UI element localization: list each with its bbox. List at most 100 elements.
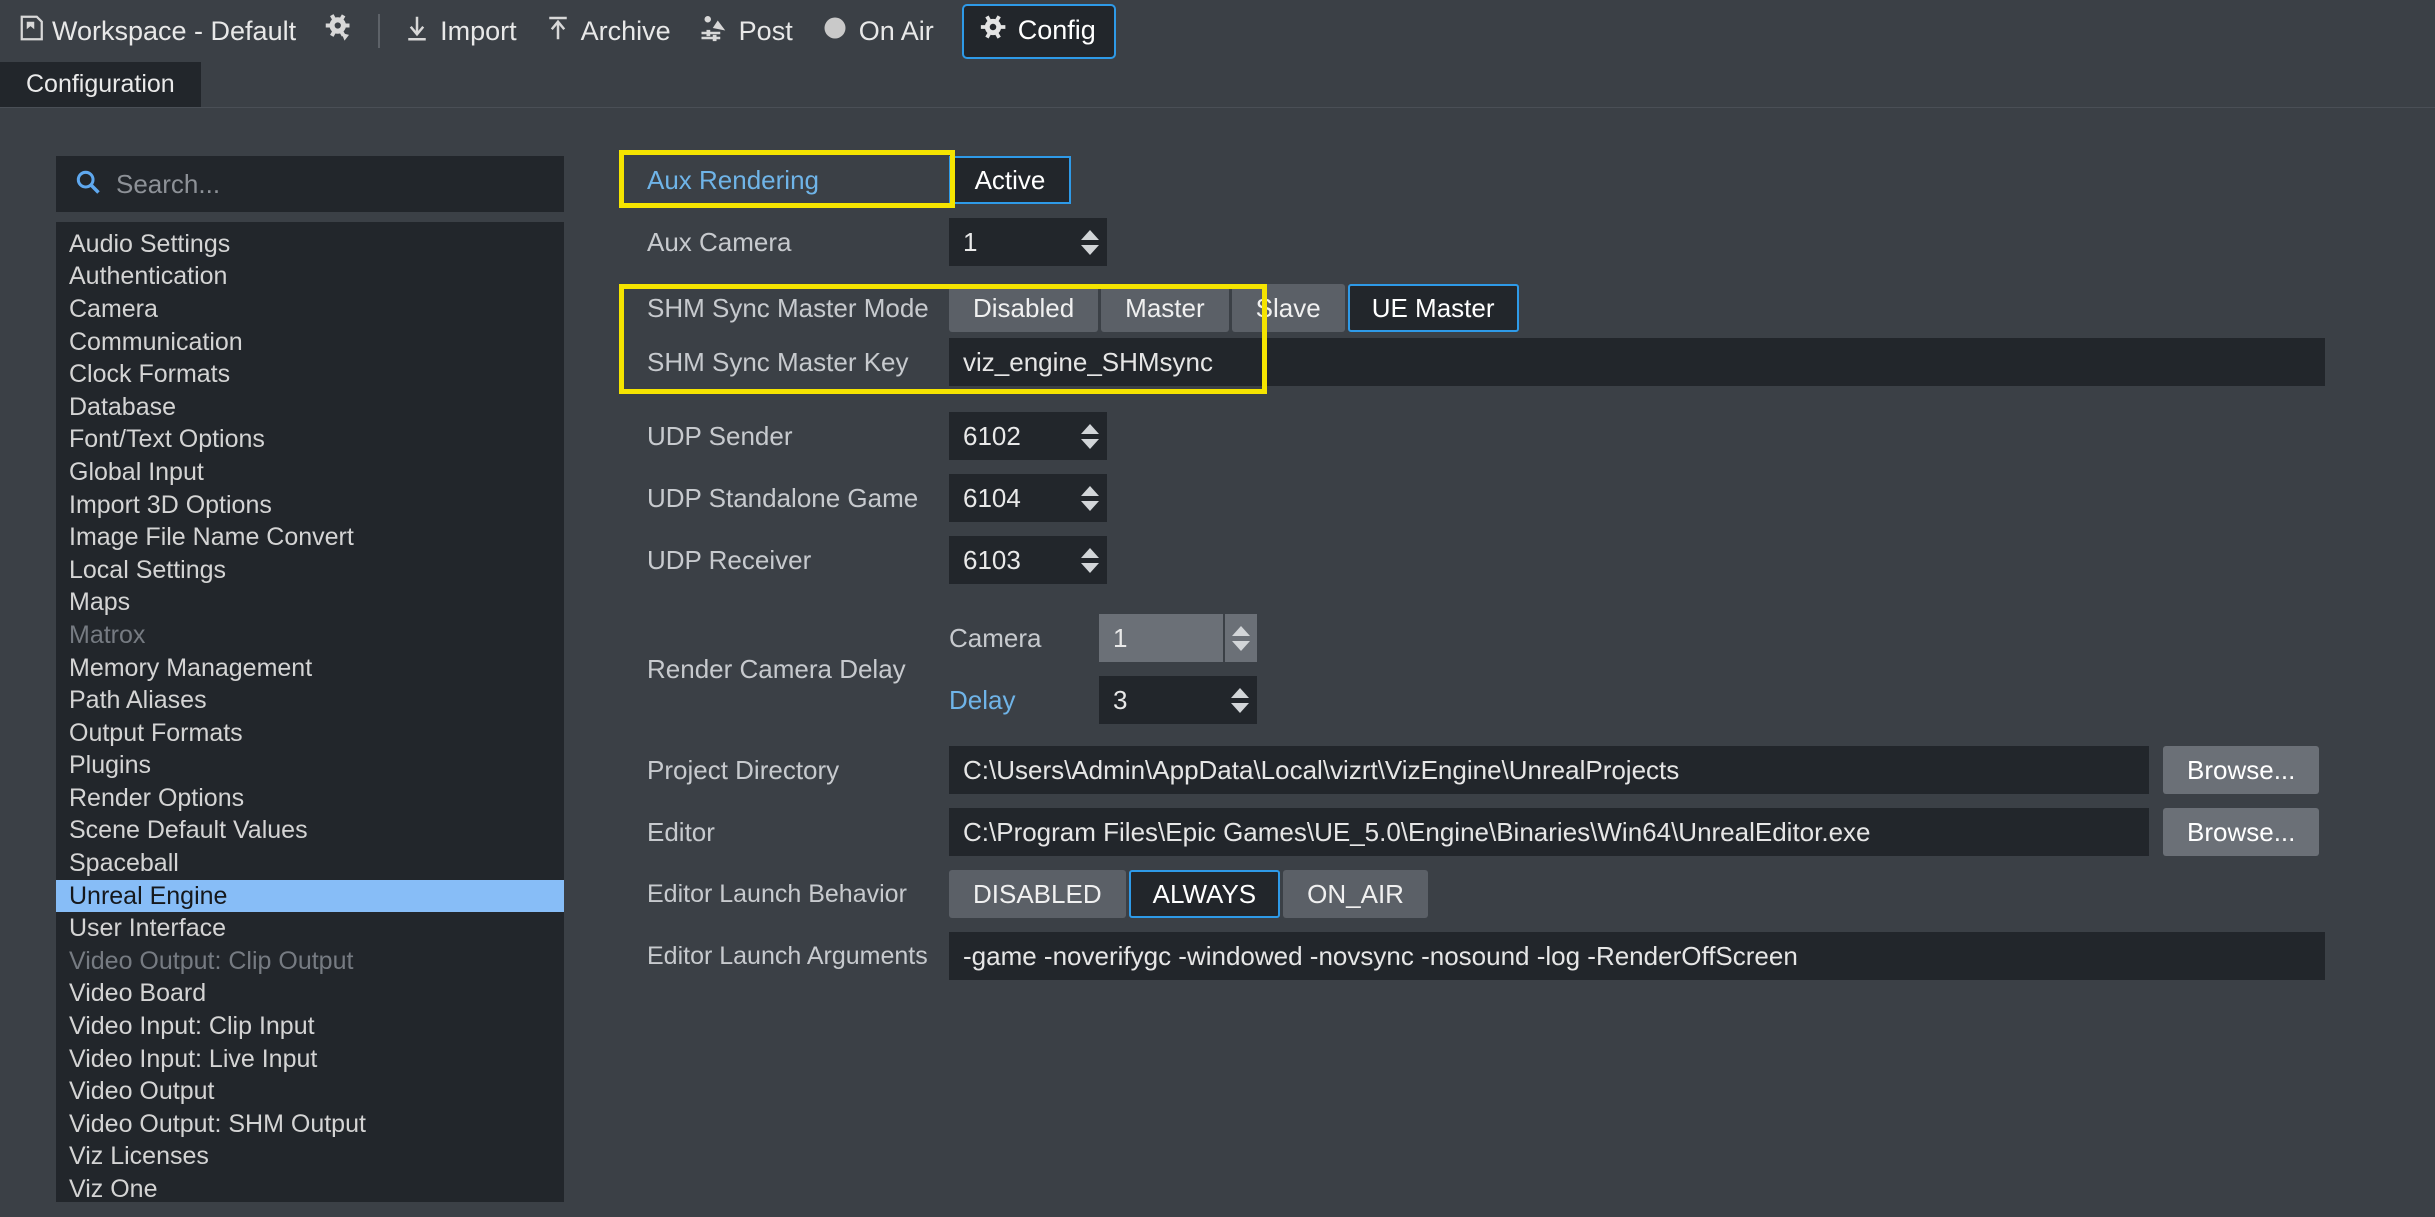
udp-sender-value: 6102 xyxy=(963,420,1021,451)
sidebar-item-video-output-clip-output[interactable]: Video Output: Clip Output xyxy=(56,945,564,978)
stepper-arrows[interactable] xyxy=(1073,474,1107,522)
sidebar-item-video-input-live-input[interactable]: Video Input: Live Input xyxy=(56,1043,564,1076)
sidebar-item-audio-settings[interactable]: Audio Settings xyxy=(56,228,564,261)
editor-launch-arguments-input[interactable]: -game -noverifygc -windowed -novsync -no… xyxy=(949,932,2325,980)
chevron-up-icon[interactable] xyxy=(1081,423,1099,434)
stepper-arrows[interactable] xyxy=(1073,218,1107,266)
sidebar-item-clock-formats[interactable]: Clock Formats xyxy=(56,358,564,391)
archive-button[interactable]: Archive xyxy=(531,7,685,56)
sidebar-item-viz-licenses[interactable]: Viz Licenses xyxy=(56,1141,564,1174)
chevron-down-icon[interactable] xyxy=(1081,562,1099,573)
stepper-arrows[interactable] xyxy=(1223,676,1257,724)
sidebar-item-output-formats[interactable]: Output Formats xyxy=(56,717,564,750)
sidebar-item-memory-management[interactable]: Memory Management xyxy=(56,652,564,685)
row-udp-receiver: UDP Receiver 6103 xyxy=(619,536,2435,584)
stepper-arrows[interactable] xyxy=(1073,412,1107,460)
import-button[interactable]: Import xyxy=(390,7,531,56)
sidebar-item-label: User Interface xyxy=(69,914,227,943)
shm-mode-option-slave[interactable]: Slave xyxy=(1231,284,1345,332)
sidebar-item-label: Local Settings xyxy=(69,555,227,584)
editor-label: Editor xyxy=(647,816,715,847)
shm-sync-master-mode-segmented-control[interactable]: Disabled Master Slave UE Master xyxy=(949,284,1519,332)
row-shm-sync-master-mode: SHM Sync Master Mode Disabled Master Slave… xyxy=(619,284,2435,332)
chevron-up-icon[interactable] xyxy=(1081,229,1099,240)
post-button[interactable]: Post xyxy=(685,7,807,56)
sidebar-item-communication[interactable]: Communication xyxy=(56,326,564,359)
sidebar-item-matrox[interactable]: Matrox xyxy=(56,619,564,652)
sidebar-item-maps[interactable]: Maps xyxy=(56,587,564,620)
sidebar-item-local-settings[interactable]: Local Settings xyxy=(56,554,564,587)
sidebar-item-plugins[interactable]: Plugins xyxy=(56,750,564,783)
row-shm-sync-master-key: SHM Sync Master Key viz_engine_SHMsync xyxy=(619,338,2435,386)
sidebar-item-authentication[interactable]: Authentication xyxy=(56,261,564,294)
chevron-down-icon[interactable] xyxy=(1232,640,1250,651)
sidebar-item-label: Matrox xyxy=(69,620,146,649)
sidebar-item-label: Spaceball xyxy=(69,849,179,878)
project-directory-label: Project Directory xyxy=(647,754,840,785)
sidebar-item-font-text-options[interactable]: Font/Text Options xyxy=(56,424,564,457)
project-directory-browse-button[interactable]: Browse... xyxy=(2163,746,2320,794)
aux-rendering-toggle[interactable]: Active xyxy=(949,156,1071,204)
sidebar-item-video-board[interactable]: Video Board xyxy=(56,978,564,1011)
shm-mode-option-master[interactable]: Master xyxy=(1101,284,1229,332)
chevron-down-icon[interactable] xyxy=(1081,244,1099,255)
sidebar-item-label: Audio Settings xyxy=(69,229,231,258)
tab-configuration[interactable]: Configuration xyxy=(0,62,201,107)
shm-sync-master-key-input[interactable]: viz_engine_SHMsync xyxy=(949,338,2325,386)
workspace-selector[interactable]: Workspace - Default xyxy=(14,7,310,56)
editor-browse-button[interactable]: Browse... xyxy=(2163,808,2320,856)
sidebar-item-video-output-shm-output[interactable]: Video Output: SHM Output xyxy=(56,1108,564,1141)
search-input[interactable]: Search... xyxy=(116,169,220,200)
sidebar-item-import-3d-options[interactable]: Import 3D Options xyxy=(56,489,564,522)
sidebar-item-render-options[interactable]: Render Options xyxy=(56,782,564,815)
sidebar-item-user-interface[interactable]: User Interface xyxy=(56,912,564,945)
shm-mode-option-ue-master[interactable]: UE Master xyxy=(1347,284,1519,332)
editor-input[interactable]: C:\Program Files\Epic Games\UE_5.0\Engin… xyxy=(949,808,2149,856)
search-box[interactable]: Search... xyxy=(56,156,564,212)
aux-camera-stepper[interactable]: 1 xyxy=(949,218,1107,266)
config-button[interactable]: Config xyxy=(961,3,1116,59)
editor-launch-option-disabled[interactable]: DISABLED xyxy=(949,870,1126,918)
chevron-down-icon[interactable] xyxy=(1081,500,1099,511)
settings-button[interactable] xyxy=(310,7,368,56)
udp-standalone-game-stepper[interactable]: 6104 xyxy=(949,474,1107,522)
sidebar-list[interactable]: Audio Settings Authentication Camera Commun… xyxy=(56,222,564,1202)
udp-receiver-stepper[interactable]: 6103 xyxy=(949,536,1107,584)
stepper-arrows[interactable] xyxy=(1073,536,1107,584)
editor-launch-option-on-air[interactable]: ON_AIR xyxy=(1283,870,1428,918)
sidebar-item-scene-default-values[interactable]: Scene Default Values xyxy=(56,815,564,848)
stepper-arrows[interactable] xyxy=(1223,614,1257,662)
sidebar-item-label: Viz One xyxy=(69,1175,158,1202)
render-camera-delay-camera-stepper[interactable]: 1 xyxy=(1099,614,1257,662)
editor-launch-behavior-segmented-control[interactable]: DISABLED ALWAYS ON_AIR xyxy=(949,870,1428,918)
settings-panel: Aux Rendering Active Aux Camera 1 SHM Sy… xyxy=(585,108,2435,1217)
chevron-up-icon[interactable] xyxy=(1081,547,1099,558)
sidebar-item-path-aliases[interactable]: Path Aliases xyxy=(56,684,564,717)
sidebar-item-viz-one[interactable]: Viz One xyxy=(56,1173,564,1202)
chevron-up-icon[interactable] xyxy=(1231,687,1249,698)
chevron-up-icon[interactable] xyxy=(1232,625,1250,636)
sidebar-item-label: Video Board xyxy=(69,979,207,1008)
project-directory-input[interactable]: C:\Users\Admin\AppData\Local\vizrt\VizEn… xyxy=(949,746,2149,794)
sidebar-item-video-output[interactable]: Video Output xyxy=(56,1075,564,1108)
sidebar-item-global-input[interactable]: Global Input xyxy=(56,456,564,489)
post-sliders-image-icon xyxy=(699,13,729,50)
aux-rendering-label: Aux Rendering xyxy=(647,164,819,195)
sidebar-item-database[interactable]: Database xyxy=(56,391,564,424)
editor-launch-option-always[interactable]: ALWAYS xyxy=(1128,870,1281,918)
sidebar-item-video-input-clip-input[interactable]: Video Input: Clip Input xyxy=(56,1010,564,1043)
render-camera-delay-delay-stepper[interactable]: 3 xyxy=(1099,676,1257,724)
udp-sender-stepper[interactable]: 6102 xyxy=(949,412,1107,460)
chevron-down-icon[interactable] xyxy=(1081,438,1099,449)
row-editor: Editor C:\Program Files\Epic Games\UE_5.… xyxy=(619,808,2435,856)
render-camera-delay-label: Render Camera Delay xyxy=(647,653,906,684)
on-air-button[interactable]: On Air xyxy=(807,8,948,55)
sidebar-item-spaceball[interactable]: Spaceball xyxy=(56,847,564,880)
sidebar-item-unreal-engine[interactable]: Unreal Engine xyxy=(56,879,564,913)
shm-mode-option-disabled[interactable]: Disabled xyxy=(949,284,1099,332)
sidebar-item-camera[interactable]: Camera xyxy=(56,293,564,326)
sidebar-item-image-file-name-convert[interactable]: Image File Name Convert xyxy=(56,521,564,554)
chevron-down-icon[interactable] xyxy=(1231,702,1249,713)
chevron-up-icon[interactable] xyxy=(1081,485,1099,496)
sidebar-item-label: Unreal Engine xyxy=(69,881,228,910)
